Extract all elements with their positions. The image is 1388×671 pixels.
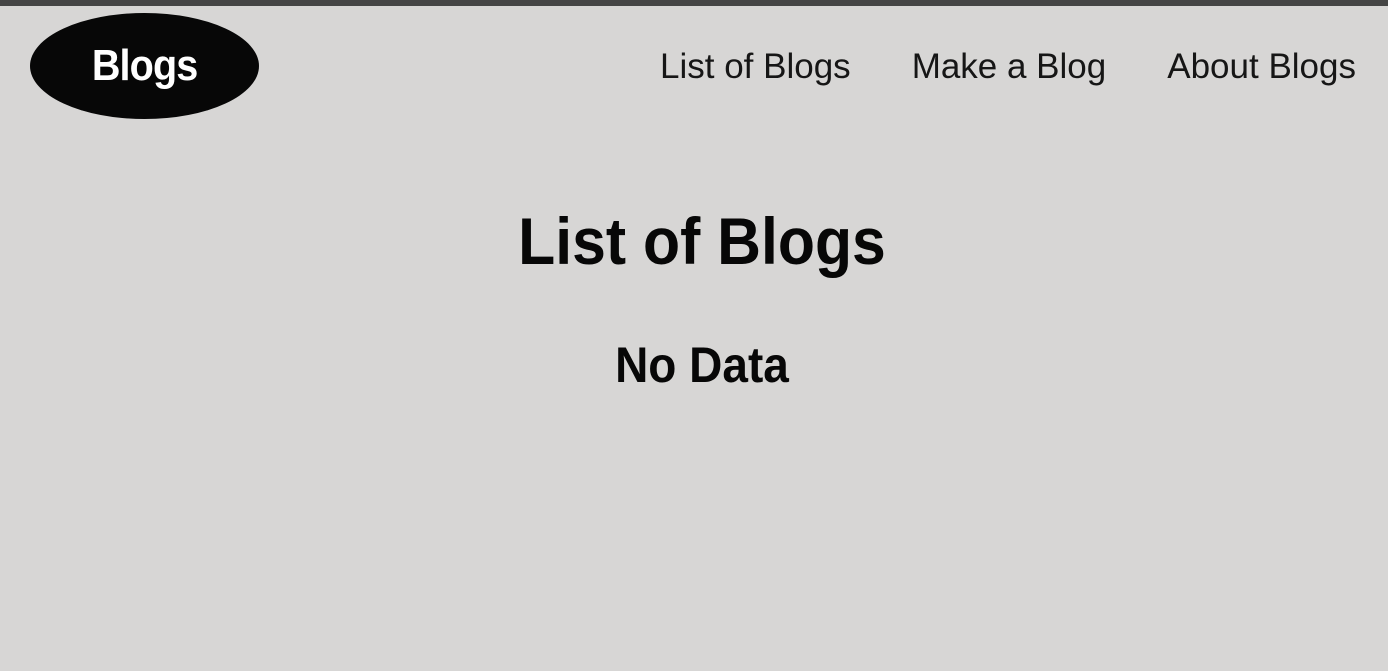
blogs-logo-label: Blogs <box>91 41 198 90</box>
nav-link-list-of-blogs[interactable]: List of Blogs <box>660 46 851 88</box>
nav-link-make-a-blog[interactable]: Make a Blog <box>912 46 1107 88</box>
top-navigation-bar: Blogs List of Blogs Make a Blog About Bl… <box>0 6 1388 126</box>
empty-state-message: No Data <box>615 337 789 393</box>
page-title: List of Blogs <box>518 204 886 278</box>
nav-link-about-blogs[interactable]: About Blogs <box>1167 46 1356 88</box>
blogs-logo-button[interactable]: Blogs <box>30 13 259 119</box>
main-nav-links: List of Blogs Make a Blog About Blogs <box>660 46 1356 88</box>
